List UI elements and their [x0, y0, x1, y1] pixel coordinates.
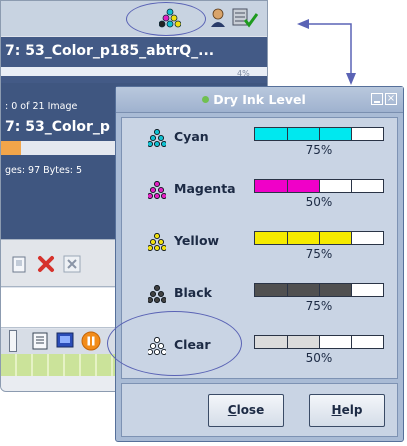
gauge-segment-divider [351, 336, 352, 348]
yellow-dots-icon [148, 233, 166, 251]
cmyk-dots-icon [148, 129, 166, 147]
page-icon[interactable] [31, 332, 49, 350]
gauge-segment-divider [287, 128, 288, 140]
ink-gauge-magenta [254, 179, 384, 193]
screenshot-stage: 7: 53_Color_p185_abtrQ_... 4% : 0 of 21 … [0, 0, 407, 446]
highlight-oval-ink-icon [126, 2, 206, 36]
gauge-segment-divider [351, 180, 352, 192]
job-title-1: 7: 53_Color_p185_abtrQ_... [5, 43, 215, 59]
gauge-segment-divider [319, 232, 320, 244]
job-item-1[interactable]: 7: 53_Color_p185_abtrQ_... 4% [1, 37, 267, 83]
magenta-dots-icon [148, 181, 166, 199]
ink-name-black: Black [174, 285, 212, 300]
server-ok-icon[interactable] [232, 7, 258, 29]
gauge-segment-divider [287, 180, 288, 192]
job-title-2: 7: 53_Color_p [5, 119, 110, 135]
window-menu-icon[interactable] [202, 96, 209, 103]
ink-percent-yellow: 75% [305, 247, 333, 261]
ink-percent-magenta: 50% [305, 195, 333, 209]
gauge-segment-divider [351, 232, 352, 244]
dialog-footer: Close Help [121, 383, 398, 437]
gauge-segment-divider [351, 284, 352, 296]
minimize-glyph [374, 101, 380, 103]
ink-gauge-fill-yellow [255, 232, 351, 244]
ink-percent-clear: 50% [305, 351, 333, 365]
ink-name-cyan: Cyan [174, 129, 209, 144]
close-icon[interactable]: × [385, 93, 397, 105]
ink-gauge-black [254, 283, 384, 297]
job-progress-fill-2 [1, 141, 21, 155]
ink-percent-black: 75% [305, 299, 333, 313]
ink-name-yellow: Yellow [174, 233, 220, 248]
ink-row-yellow: Yellow 75% [122, 225, 397, 277]
document-icon[interactable] [11, 256, 29, 274]
dialog-title: Dry Ink Level [213, 92, 306, 107]
job-pages-2: ges: 97 Bytes: 5 [5, 165, 83, 176]
black-dots-icon [148, 285, 166, 303]
gauge-segment-divider [319, 128, 320, 140]
operator-icon[interactable] [209, 8, 227, 28]
minimize-icon[interactable] [371, 93, 383, 105]
dialog-titlebar[interactable]: Dry Ink Level × [116, 87, 403, 113]
gauge-segment-divider [287, 232, 288, 244]
ink-row-cyan: Cyan 75% [122, 121, 397, 173]
ink-percent-cyan: 75% [305, 143, 333, 157]
ink-row-magenta: Magenta 50% [122, 173, 397, 225]
monitor-icon[interactable] [56, 332, 74, 350]
close-button-mnemonic: C [227, 403, 237, 417]
cancel-icon[interactable] [63, 255, 81, 273]
job-percent-1: 4% [237, 69, 250, 78]
delete-icon[interactable] [37, 255, 55, 273]
help-button-mnemonic: H [331, 403, 342, 417]
queue-button-edge[interactable] [9, 330, 17, 352]
gauge-segment-divider [287, 336, 288, 348]
gauge-segment-divider [319, 180, 320, 192]
ink-gauge-fill-black [255, 284, 351, 296]
ink-gauge-fill-cyan [255, 128, 351, 140]
close-button[interactable]: Close [208, 394, 284, 427]
help-button[interactable]: Help [309, 394, 385, 427]
pause-icon[interactable] [81, 331, 101, 351]
help-button-label: elp [341, 403, 363, 417]
ink-gauge-yellow [254, 231, 384, 245]
gauge-segment-divider [319, 336, 320, 348]
gauge-segment-divider [319, 284, 320, 296]
ink-gauge-cyan [254, 127, 384, 141]
gauge-segment-divider [287, 284, 288, 296]
highlight-oval-clear [107, 311, 242, 376]
close-button-label: lose [236, 403, 265, 417]
ink-name-magenta: Magenta [174, 181, 236, 196]
callout-arrow [297, 19, 356, 85]
job-progress-1 [1, 67, 267, 76]
dry-ink-level-dialog: Dry Ink Level × Cyan 75% Magenta 50% Yellow 7… [115, 86, 404, 442]
gauge-segment-divider [351, 128, 352, 140]
ink-gauge-clear [254, 335, 384, 349]
job-meta-2: : 0 of 21 Image [5, 101, 78, 112]
